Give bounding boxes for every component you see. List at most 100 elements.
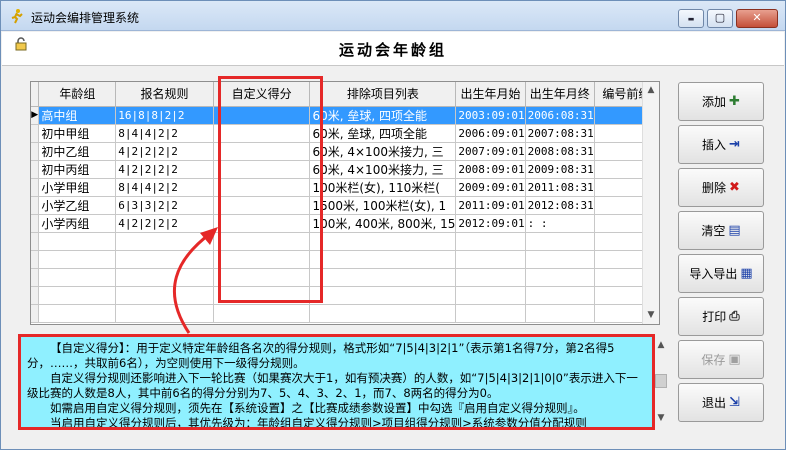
row-selector[interactable] xyxy=(31,214,40,233)
grid-cell-exclude[interactable]: 60米, 垒球, 四项全能 xyxy=(309,106,457,125)
table-row[interactable]: 小学乙组 6|3|3|2|2 1500米, 100米栏(女), 1 2011:09:0… xyxy=(31,196,659,215)
scroll-up-icon[interactable]: ▲ xyxy=(643,82,659,99)
table-row[interactable]: ▶ 高中组 16|8|8|2|2 60米, 垒球, 四项全能 2003:09:01 200… xyxy=(31,106,659,125)
grid-vertical-scrollbar[interactable]: ▲ ▼ xyxy=(642,82,659,324)
insert-button[interactable]: 插入 ⇥ xyxy=(678,125,764,164)
grid-cell-group[interactable]: 小学丙组 xyxy=(38,214,117,233)
empty-row[interactable] xyxy=(31,232,659,251)
grid-cell-empty[interactable] xyxy=(455,286,526,305)
row-selector[interactable] xyxy=(31,160,40,179)
grid-cell-rule[interactable]: 4|2|2|2|2 xyxy=(115,142,214,161)
grid-cell-rule[interactable]: 16|8|8|2|2 xyxy=(115,106,214,125)
grid-header-cell[interactable]: 出生年月始 xyxy=(455,82,526,107)
grid-cell-empty[interactable] xyxy=(309,286,457,305)
table-row[interactable]: 初中乙组 4|2|2|2|2 60米, 4×100米接力, 三 2007:09:01 2… xyxy=(31,142,659,161)
grid-cell-rule[interactable]: 8|4|4|2|2 xyxy=(115,178,214,197)
row-selector[interactable] xyxy=(31,178,40,197)
grid-cell-group[interactable]: 高中组 xyxy=(38,106,117,125)
grid-cell-empty[interactable] xyxy=(38,304,117,323)
grid-cell-group[interactable]: 初中乙组 xyxy=(38,142,117,161)
save-button[interactable]: 保存 ▣ xyxy=(678,340,764,379)
grid-cell-empty[interactable] xyxy=(525,268,595,287)
grid-cell-empty[interactable] xyxy=(309,232,457,251)
info-scroll-thumb[interactable] xyxy=(655,374,667,388)
grid-cell-empty[interactable] xyxy=(31,268,40,287)
grid-cell-empty[interactable] xyxy=(309,304,457,323)
table-row[interactable]: 初中丙组 4|2|2|2|2 60米, 4×100米接力, 三 2008:09:01 2… xyxy=(31,160,659,179)
close-button[interactable]: ✕ xyxy=(736,9,778,28)
grid-cell-empty[interactable] xyxy=(31,232,40,251)
grid-cell-exclude[interactable]: 60米, 4×100米接力, 三 xyxy=(309,160,457,179)
grid-cell-empty[interactable] xyxy=(31,250,40,269)
row-selector[interactable] xyxy=(31,142,40,161)
grid-cell-end[interactable]: 2007:08:31 xyxy=(525,124,595,143)
grid-cell-empty[interactable] xyxy=(525,286,595,305)
printer-button[interactable]: 打印 ⎙ xyxy=(678,297,764,336)
grid-cell-exclude[interactable]: 60米, 垒球, 四项全能 xyxy=(309,124,457,143)
grid-header-cell[interactable]: 年龄组 xyxy=(38,82,117,107)
grid-cell-start[interactable]: 2012:09:01 xyxy=(455,214,526,233)
grid-cell-group[interactable]: 小学乙组 xyxy=(38,196,117,215)
grid-cell-group[interactable]: 小学甲组 xyxy=(38,178,117,197)
grid-cell-end[interactable]: 2011:08:31 xyxy=(525,178,595,197)
empty-row[interactable] xyxy=(31,268,659,287)
grid-cell-empty[interactable] xyxy=(525,232,595,251)
grid-cell-empty[interactable] xyxy=(525,250,595,269)
info-scroll-up-icon[interactable]: ▲ xyxy=(653,337,669,354)
grid-cell-empty[interactable] xyxy=(455,250,526,269)
table-row[interactable]: 初中甲组 8|4|4|2|2 60米, 垒球, 四项全能 2006:09:01 2007… xyxy=(31,124,659,143)
grid-cell-empty[interactable] xyxy=(309,250,457,269)
row-selector[interactable] xyxy=(31,124,40,143)
grid-cell-exclude[interactable]: 100米, 400米, 800米, 15 xyxy=(309,214,457,233)
grid-cell-empty[interactable] xyxy=(31,286,40,305)
grid-cell-end[interactable]: : : xyxy=(525,214,595,233)
grid-cell-rule[interactable]: 4|2|2|2|2 xyxy=(115,160,214,179)
grid-cell-empty[interactable] xyxy=(31,304,40,323)
grid-header-cell[interactable]: 报名规则 xyxy=(115,82,214,107)
row-selector-icon[interactable]: ▶ xyxy=(31,106,40,125)
delete-button[interactable]: 删除 ✖ xyxy=(678,168,764,207)
grid-cell-empty[interactable] xyxy=(455,268,526,287)
minimize-button[interactable]: ▬ xyxy=(678,9,704,28)
add-button[interactable]: 添加 ✚ xyxy=(678,82,764,121)
scroll-down-icon[interactable]: ▼ xyxy=(643,307,659,324)
grid-cell-empty[interactable] xyxy=(38,250,117,269)
grid-cell-empty[interactable] xyxy=(38,232,117,251)
grid-cell-start[interactable]: 2009:09:01 xyxy=(455,178,526,197)
grid-header-cell[interactable]: 排除项目列表 xyxy=(309,82,457,107)
grid-cell-exclude[interactable]: 60米, 4×100米接力, 三 xyxy=(309,142,457,161)
grid-cell-exclude[interactable]: 1500米, 100米栏(女), 1 xyxy=(309,196,457,215)
grid-cell-end[interactable]: 2008:08:31 xyxy=(525,142,595,161)
exit-button[interactable]: 退出 ⇲ xyxy=(678,383,764,422)
grid-cell-empty[interactable] xyxy=(525,304,595,323)
empty-row[interactable] xyxy=(31,304,659,323)
grid-cell-end[interactable]: 2012:08:31 xyxy=(525,196,595,215)
grid-cell-rule[interactable]: 6|3|3|2|2 xyxy=(115,196,214,215)
row-selector[interactable] xyxy=(31,196,40,215)
grid-cell-start[interactable]: 2003:09:01 xyxy=(455,106,526,125)
grid-header-cell[interactable]: 出生年月终 xyxy=(525,82,595,107)
import-export-button[interactable]: 导入导出 ▦ xyxy=(678,254,764,293)
table-row[interactable]: 小学丙组 4|2|2|2|2 100米, 400米, 800米, 15 2012:09… xyxy=(31,214,659,233)
clear-button[interactable]: 清空 ▤ xyxy=(678,211,764,250)
info-scroll-down-icon[interactable]: ▼ xyxy=(653,410,669,427)
grid-cell-empty[interactable] xyxy=(38,286,117,305)
grid-cell-start[interactable]: 2006:09:01 xyxy=(455,124,526,143)
grid-cell-end[interactable]: 2006:08:31 xyxy=(525,106,595,125)
grid-cell-empty[interactable] xyxy=(309,268,457,287)
grid-cell-exclude[interactable]: 100米栏(女), 110米栏( xyxy=(309,178,457,197)
grid-cell-rule[interactable]: 8|4|4|2|2 xyxy=(115,124,214,143)
grid-cell-group[interactable]: 初中丙组 xyxy=(38,160,117,179)
empty-row[interactable] xyxy=(31,250,659,269)
grid-cell-group[interactable]: 初中甲组 xyxy=(38,124,117,143)
grid-cell-end[interactable]: 2009:08:31 xyxy=(525,160,595,179)
grid-cell-empty[interactable] xyxy=(38,268,117,287)
maximize-button[interactable]: ▢ xyxy=(707,9,733,28)
table-row[interactable]: 小学甲组 8|4|4|2|2 100米栏(女), 110米栏(2009:09:01 2… xyxy=(31,178,659,197)
empty-row[interactable] xyxy=(31,286,659,305)
grid-cell-empty[interactable] xyxy=(455,304,526,323)
title-bar[interactable]: 运动会编排管理系统 ▬ ▢ ✕ xyxy=(1,1,785,31)
grid-cell-start[interactable]: 2008:09:01 xyxy=(455,160,526,179)
grid-cell-start[interactable]: 2011:09:01 xyxy=(455,196,526,215)
grid-cell-empty[interactable] xyxy=(455,232,526,251)
